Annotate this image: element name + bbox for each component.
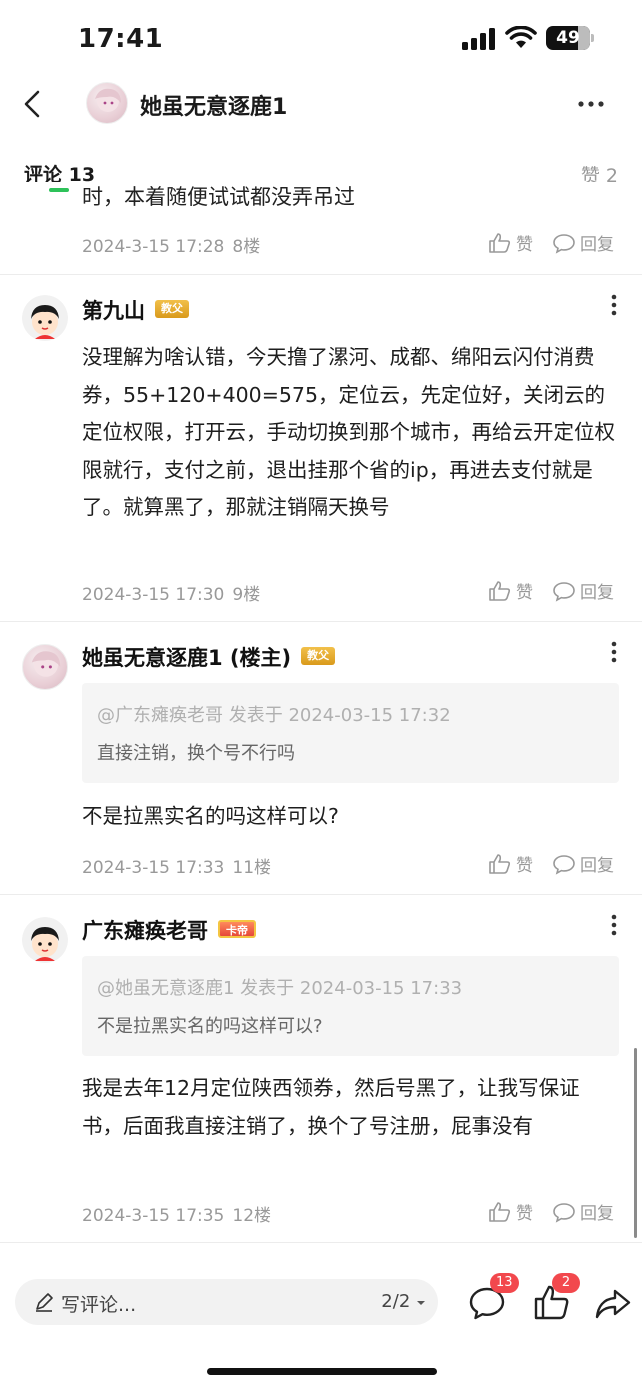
- user-badge: 教父: [301, 647, 336, 665]
- reply-label: 回复: [580, 856, 614, 876]
- reply-label: 回复: [580, 583, 614, 603]
- comment-input-placeholder: 写评论...: [61, 1294, 137, 1316]
- more-options-icon[interactable]: [576, 92, 606, 116]
- comment-meta: 2024-3-15 17:35 12楼: [82, 1201, 271, 1226]
- thread-author-avatar[interactable]: [86, 82, 128, 124]
- comment-meta: 2024-3-15 17:28 8楼: [82, 232, 260, 257]
- comment-meta: 2024-3-15 17:33 11楼: [82, 853, 271, 878]
- quote-body: 不是拉黑实名的吗这样可以?: [97, 1016, 323, 1037]
- nav-bar: 她虽无意逐鹿1: [0, 78, 642, 132]
- avatar-illustration-icon: [95, 88, 121, 112]
- comment-floor: 12楼: [232, 1206, 272, 1226]
- quote-body: 直接注销，换个号不行吗: [97, 743, 295, 764]
- thumbs-up-icon: [489, 853, 511, 874]
- comment-content: 没理解为啥认错，今天撸了漯河、成都、绵阳云闪付消费券，55+120+400=57…: [82, 345, 615, 519]
- battery-level: 49: [556, 28, 580, 48]
- quoted-reply[interactable]: @广东瘫痪老哥 发表于 2024-03-15 17:32 直接注销，换个号不行吗: [82, 683, 619, 783]
- cartoon-avatar-icon: [22, 295, 68, 341]
- like-label: 赞: [516, 856, 533, 876]
- caret-down-icon: [417, 1301, 425, 1305]
- avatar[interactable]: [22, 295, 68, 341]
- thumbs-up-icon: [489, 1201, 511, 1222]
- comment-time: 2024-3-15 17:35: [82, 1206, 225, 1226]
- username[interactable]: 第九山 教父: [82, 295, 189, 325]
- thumbs-up-icon: [489, 232, 511, 253]
- like-label: 赞: [516, 1204, 533, 1224]
- back-button[interactable]: [16, 84, 52, 124]
- reply-button[interactable]: 回复: [552, 230, 614, 255]
- quoted-reply[interactable]: @她虽无意逐鹿1 发表于 2024-03-15 17:33 不是拉黑实名的吗这样…: [82, 956, 619, 1056]
- like-button[interactable]: 赞: [488, 851, 533, 876]
- page-title[interactable]: 她虽无意逐鹿1: [140, 89, 287, 121]
- page-indicator-text: 2/2: [381, 1291, 411, 1312]
- pencil-icon: [36, 1293, 53, 1312]
- username-text: 第九山: [82, 299, 145, 323]
- comment-item: 第九山 教父 没理解为啥认错，今天撸了漯河、成都、绵阳云闪付消费券，55+120+…: [0, 275, 642, 622]
- comment-item: 她虽无意逐鹿1 (楼主) 教父 @广东瘫痪老哥 发表于 2024-03-15 17…: [0, 622, 642, 895]
- username-text: 她虽无意逐鹿1 (楼主): [82, 646, 292, 670]
- comment-count-badge: 13: [490, 1273, 519, 1293]
- reply-button[interactable]: 回复: [552, 578, 614, 603]
- username-text: 广东瘫痪老哥: [82, 919, 208, 943]
- comment-more-icon[interactable]: [606, 293, 622, 317]
- comment-time: 2024-3-15 17:30: [82, 585, 225, 605]
- like-label: 赞: [516, 235, 533, 255]
- bottom-action-bar: 写评论... 2/2 13 2: [0, 1264, 642, 1344]
- page-selector[interactable]: 2/2: [381, 1291, 426, 1312]
- like-count-badge: 2: [552, 1273, 580, 1293]
- like-label: 赞: [516, 583, 533, 603]
- comment-floor: 9楼: [232, 585, 261, 605]
- battery-icon: 49: [546, 26, 594, 50]
- reply-button[interactable]: 回复: [552, 851, 614, 876]
- comment-item: 广东瘫痪老哥 卡帝 @她虽无意逐鹿1 发表于 2024-03-15 17:33 不…: [0, 895, 642, 1243]
- comment-item: 时，本着随便试试都没弄吊过 2024-3-15 17:28 8楼 赞 回复: [0, 182, 642, 275]
- home-indicator[interactable]: [207, 1368, 437, 1375]
- cartoon-avatar-icon: [22, 917, 68, 963]
- comment-content-clipped: 时，本着随便试试都没弄吊过: [82, 186, 355, 208]
- comment-bubble-icon: [553, 1202, 575, 1223]
- thumbs-up-icon: [489, 580, 511, 601]
- comment-time: 2024-3-15 17:28: [82, 237, 225, 257]
- comment-more-icon[interactable]: [606, 640, 622, 664]
- status-time: 17:41: [78, 24, 164, 54]
- comment-content: 我是去年12月定位陕西领券，然后号黑了，让我写保证书，后面我直接注销了，换个了号…: [82, 1076, 580, 1138]
- avatar-illustration-icon: [31, 651, 61, 677]
- comment-more-icon[interactable]: [606, 913, 622, 937]
- username[interactable]: 广东瘫痪老哥 卡帝: [82, 915, 256, 945]
- quote-header: @她虽无意逐鹿1 发表于 2024-03-15 17:33: [97, 978, 463, 999]
- comment-time: 2024-3-15 17:33: [82, 858, 225, 878]
- username[interactable]: 她虽无意逐鹿1 (楼主) 教父: [82, 642, 336, 672]
- comment-bubble-icon: [553, 233, 575, 254]
- comment-input[interactable]: 写评论... 2/2: [15, 1279, 438, 1325]
- wifi-icon: [505, 26, 537, 48]
- avatar[interactable]: [22, 917, 68, 963]
- share-icon[interactable]: [593, 1283, 633, 1323]
- reply-label: 回复: [580, 1204, 614, 1224]
- comment-floor: 11楼: [232, 858, 272, 878]
- avatar[interactable]: [22, 644, 68, 690]
- like-button[interactable]: 赞: [488, 230, 533, 255]
- reply-button[interactable]: 回复: [552, 1199, 614, 1224]
- comment-content: 不是拉黑实名的吗这样可以?: [82, 804, 339, 828]
- quote-header: @广东瘫痪老哥 发表于 2024-03-15 17:32: [97, 705, 451, 726]
- comment-bubble-icon: [553, 581, 575, 602]
- comment-meta: 2024-3-15 17:30 9楼: [82, 580, 260, 605]
- reply-label: 回复: [580, 235, 614, 255]
- scrollbar[interactable]: [634, 1048, 637, 1238]
- cellular-signal-icon: [462, 28, 495, 50]
- comment-bubble-icon: [553, 854, 575, 875]
- user-badge: 卡帝: [218, 920, 256, 938]
- status-bar: 17:41 49: [0, 0, 642, 78]
- like-button[interactable]: 赞: [488, 578, 533, 603]
- like-button[interactable]: 赞: [488, 1199, 533, 1224]
- comment-floor: 8楼: [232, 237, 261, 257]
- user-badge: 教父: [155, 300, 189, 318]
